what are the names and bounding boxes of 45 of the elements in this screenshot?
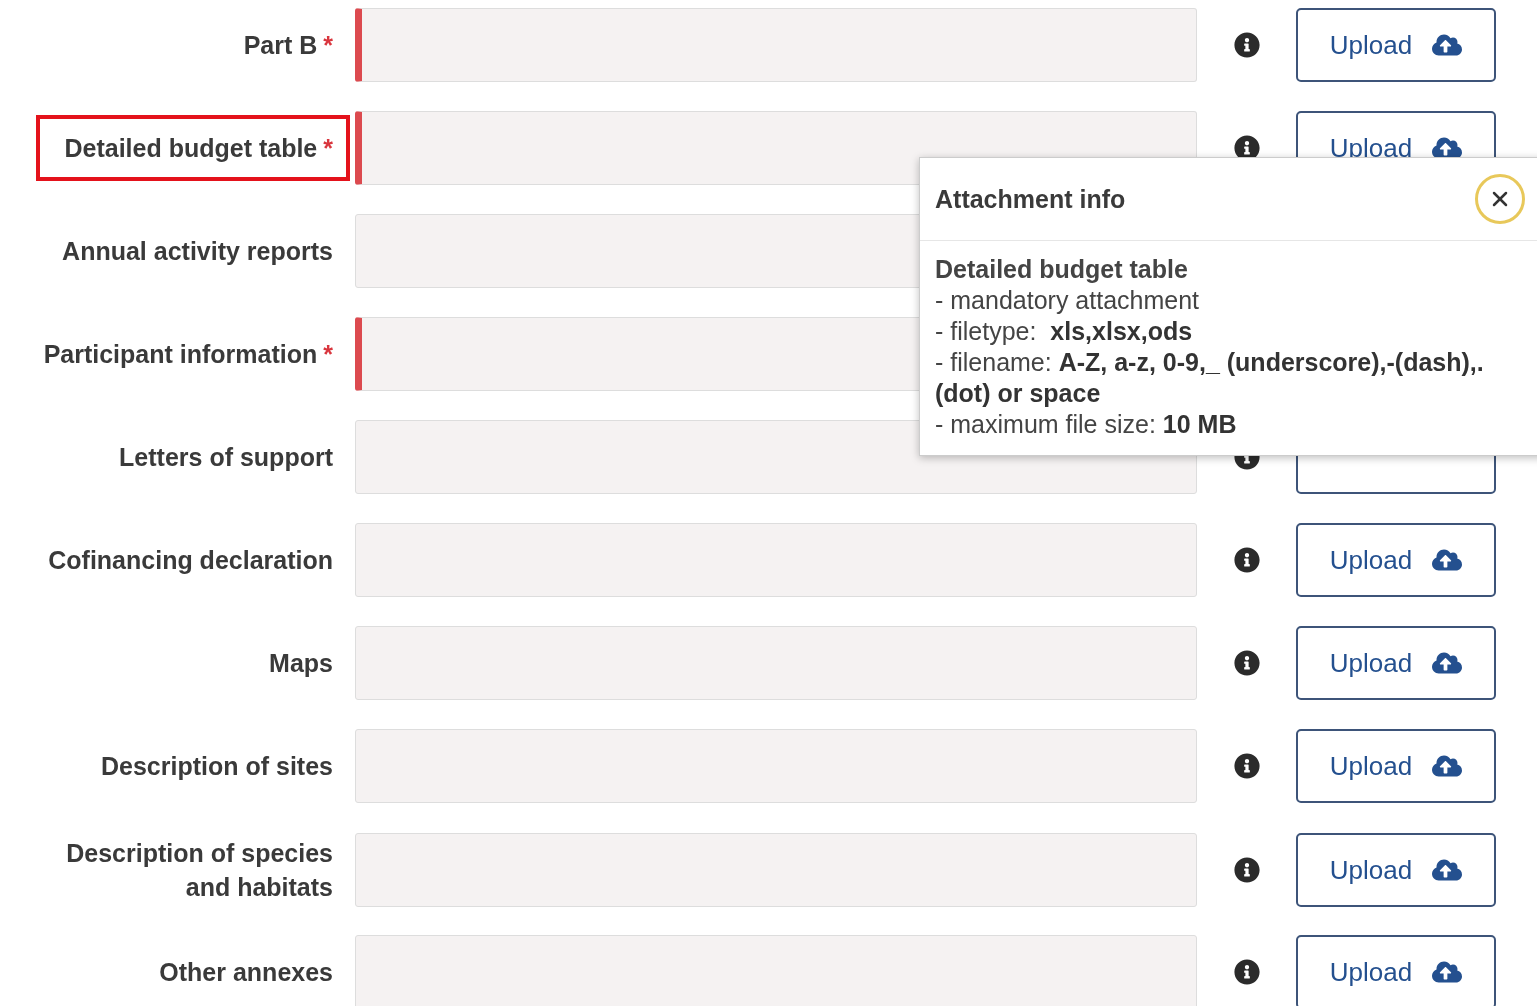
attachment-rule: - filetype: xls,xlsx,ods xyxy=(935,316,1194,347)
field-label: Description of sites xyxy=(100,751,334,782)
cloud-upload-icon xyxy=(1432,136,1463,160)
cloud-upload-icon xyxy=(1432,548,1463,572)
cloud-upload-icon xyxy=(1432,754,1463,778)
info-icon[interactable] xyxy=(1233,547,1260,573)
field-label: Maps xyxy=(268,648,334,679)
attachment-name: Detailed budget table xyxy=(935,254,1189,285)
file-name-field[interactable] xyxy=(355,935,1197,1006)
file-name-field[interactable] xyxy=(355,8,1197,82)
required-asterisk: * xyxy=(323,339,333,370)
attachment-rule: - mandatory attachment xyxy=(935,285,1200,316)
upload-button[interactable]: Upload xyxy=(1296,729,1496,803)
info-icon[interactable] xyxy=(1233,650,1260,676)
attachment-rule: - filename: A-Z, a-z, 0-9,_ (underscore),-(dash),. (dot) or space xyxy=(935,347,1485,409)
upload-button[interactable]: Upload xyxy=(1296,626,1496,700)
field-label: Annual activity reports xyxy=(61,236,334,267)
file-name-field[interactable] xyxy=(355,729,1197,803)
field-label: Description of species and habitats xyxy=(65,838,334,903)
cloud-upload-icon xyxy=(1432,33,1463,57)
file-name-field[interactable] xyxy=(355,626,1197,700)
upload-button[interactable]: Upload xyxy=(1296,523,1496,597)
popover-title: Attachment info xyxy=(935,184,1126,214)
info-icon[interactable] xyxy=(1233,753,1260,779)
cloud-upload-icon xyxy=(1432,960,1463,984)
highlighted-field-label: Detailed budget table * xyxy=(36,115,350,181)
upload-button[interactable]: Upload xyxy=(1296,935,1496,1006)
cloud-upload-icon xyxy=(1432,651,1463,675)
required-asterisk: * xyxy=(323,133,333,164)
close-button[interactable] xyxy=(1475,174,1525,224)
field-label: Participant information * xyxy=(15,333,350,375)
info-icon[interactable] xyxy=(1233,959,1260,985)
upload-button[interactable]: Upload xyxy=(1296,8,1496,82)
field-label: Part B * xyxy=(215,24,350,66)
cloud-upload-icon xyxy=(1432,858,1463,882)
field-label: Cofinancing declaration xyxy=(47,545,334,576)
info-icon[interactable] xyxy=(1233,857,1260,883)
field-label: Other annexes xyxy=(158,957,334,988)
field-label: Letters of support xyxy=(118,442,334,473)
file-name-field[interactable] xyxy=(355,833,1197,907)
file-name-field[interactable] xyxy=(355,523,1197,597)
attachment-rule: - maximum file size: 10 MB xyxy=(935,409,1238,440)
upload-button[interactable]: Upload xyxy=(1296,833,1496,907)
required-asterisk: * xyxy=(323,30,333,61)
info-icon[interactable] xyxy=(1233,32,1260,58)
